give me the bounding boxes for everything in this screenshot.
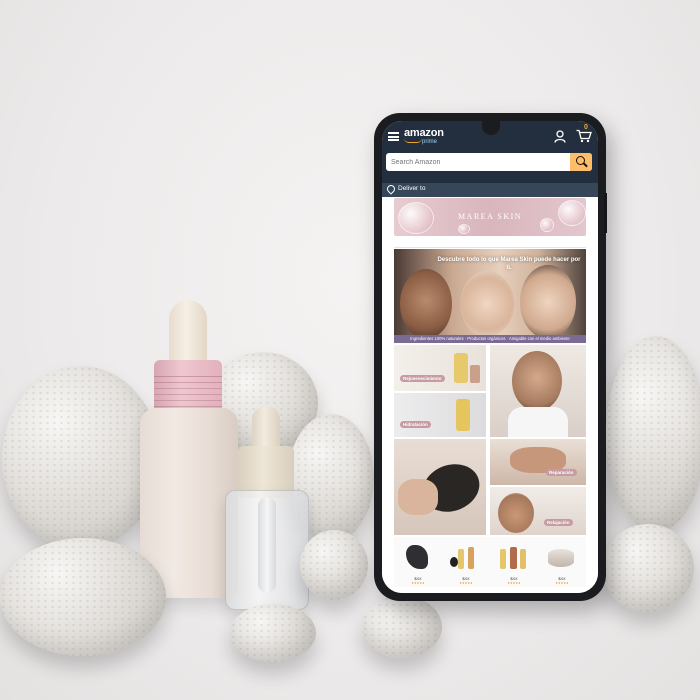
- cart-icon[interactable]: [576, 129, 592, 143]
- tile-hydration[interactable]: Hidratación: [394, 393, 486, 437]
- product-bottle-image: [500, 549, 506, 569]
- model-face-image: [498, 493, 534, 533]
- tile-repair[interactable]: Reparación: [490, 439, 586, 485]
- stone-front-left: [0, 538, 166, 656]
- model-face-left: [400, 269, 452, 335]
- model-face-right: [520, 265, 576, 335]
- product-tool-image: [450, 557, 458, 567]
- smartphone: amazon prime 0 Search Amazon Deliver to …: [374, 113, 607, 601]
- product-cream-jar[interactable]: $XX ★★★★★: [540, 539, 584, 585]
- tile-model-mask[interactable]: [490, 345, 586, 437]
- hero-banner[interactable]: Descubre todo lo que Marea Skin puede ha…: [394, 249, 586, 335]
- product-roller-image: [468, 547, 474, 569]
- hero-title: Descubre todo lo que Marea Skin puede ha…: [437, 257, 581, 271]
- phone-side-button: [604, 193, 607, 233]
- search-icon-handle: [583, 162, 588, 168]
- user-icon[interactable]: [554, 130, 566, 143]
- tile-label: Relajación: [544, 519, 573, 526]
- deliver-to-bar[interactable]: Deliver to: [382, 183, 598, 197]
- menu-icon[interactable]: [388, 132, 399, 141]
- cream-jar-image: [548, 549, 574, 567]
- brand-banner[interactable]: MAREA SKIN: [394, 198, 586, 236]
- product-gua-sha[interactable]: $XX ★★★★★: [396, 539, 440, 585]
- search-bar: [386, 153, 592, 171]
- stone-front-center: [230, 604, 316, 662]
- product-kit[interactable]: $XX ★★★★★: [444, 539, 488, 585]
- cart-count-badge: 0: [584, 124, 588, 131]
- stone-front-right: [362, 596, 442, 658]
- tile-rejuvenation[interactable]: Rejuvenecimiento: [394, 345, 486, 391]
- product-bottle-image: [456, 399, 470, 431]
- model-face-image: [512, 351, 562, 411]
- product-bottle-image: [520, 549, 526, 569]
- rating-stars-icon: ★★★★★: [555, 581, 569, 585]
- pipette: [258, 497, 276, 593]
- tile-label: Rejuvenecimiento: [400, 375, 445, 382]
- rating-stars-icon: ★★★★★: [411, 581, 425, 585]
- product-serum-set[interactable]: $XX ★★★★★: [492, 539, 536, 585]
- benefits-strip: Ingredientes 100% naturales · Productos …: [394, 335, 586, 343]
- serum-bottle-glass: [225, 490, 309, 610]
- droplet-decoration: [458, 224, 470, 234]
- stone-front-small: [300, 530, 368, 600]
- rating-stars-icon: ★★★★★: [459, 581, 473, 585]
- product-bottle-image: [458, 549, 464, 569]
- brand-name: MAREA SKIN: [457, 212, 523, 221]
- tile-massage[interactable]: [394, 439, 486, 535]
- model-face-center: [460, 271, 514, 335]
- store-subnav[interactable]: [394, 239, 586, 252]
- dropper-bulb-large: [169, 300, 207, 366]
- stone-right-tall: [606, 336, 700, 532]
- store-content: MAREA SKIN Descubre todo lo que Marea Sk…: [382, 197, 598, 593]
- amazon-smile-icon: [404, 138, 422, 143]
- search-button[interactable]: [570, 153, 592, 171]
- deliver-to-label: Deliver to: [398, 185, 426, 192]
- product-photo-scene: amazon prime 0 Search Amazon Deliver to …: [0, 0, 700, 700]
- tile-relaxation[interactable]: Relajación: [490, 487, 586, 535]
- search-input[interactable]: [391, 155, 567, 169]
- gua-sha-image: [406, 545, 428, 569]
- hand-image: [398, 479, 438, 515]
- phone-screen: amazon prime 0 Search Amazon Deliver to …: [382, 121, 598, 593]
- product-bottle-image: [510, 547, 517, 569]
- model-shirt-image: [508, 407, 568, 437]
- product-row: $XX ★★★★★ $XX ★★★★★ $XX ★★★★★ $XX ★★★★★: [394, 537, 586, 587]
- location-pin-icon: [385, 183, 397, 195]
- prime-label: prime: [422, 139, 438, 145]
- stone-right-low: [602, 524, 694, 612]
- product-bottle-image: [454, 353, 468, 383]
- product-jar-image: [470, 365, 480, 383]
- rating-stars-icon: ★★★★★: [507, 581, 521, 585]
- stone-large-left: [2, 366, 160, 550]
- tile-label: Reparación: [546, 469, 577, 476]
- tile-label: Hidratación: [400, 421, 431, 428]
